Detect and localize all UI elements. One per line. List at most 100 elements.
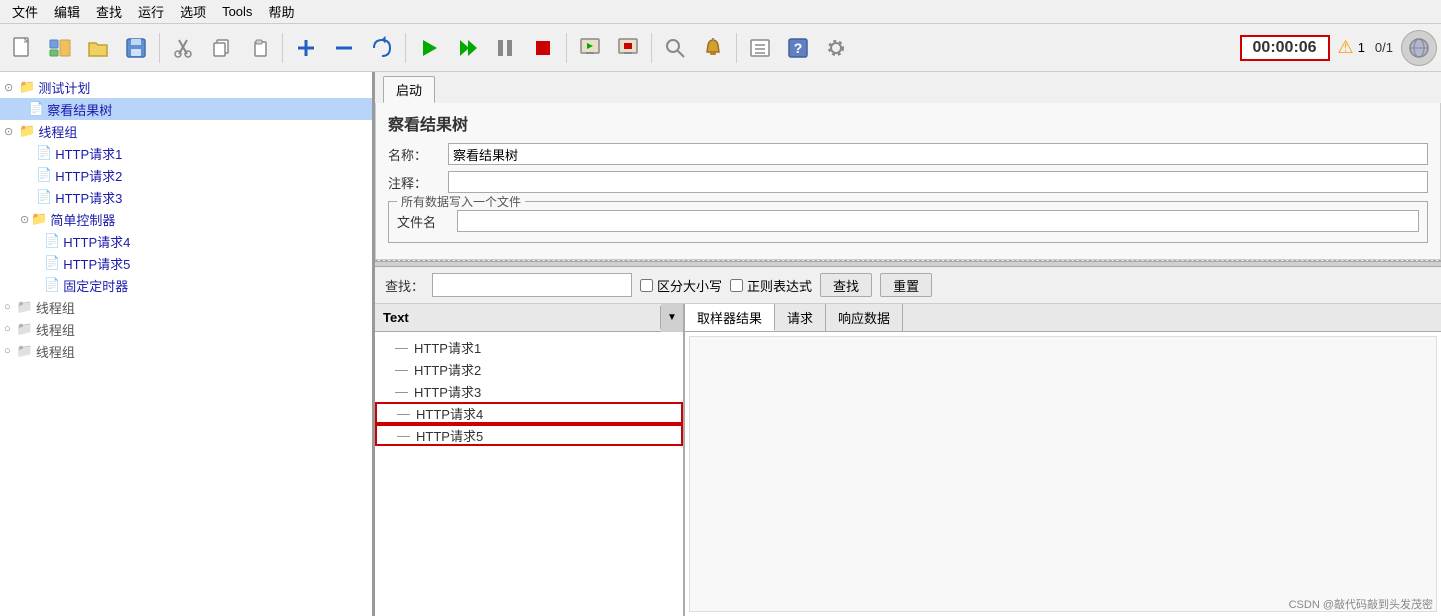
file-icon: 📄	[36, 145, 52, 161]
add-button[interactable]	[288, 30, 324, 66]
cut-button[interactable]	[165, 30, 201, 66]
tree-item-http3[interactable]: 📄 HTTP请求3	[0, 186, 372, 208]
name-input[interactable]	[448, 143, 1428, 165]
menu-tools[interactable]: Tools	[214, 2, 260, 21]
menu-options[interactable]: 选项	[172, 0, 214, 23]
menu-file[interactable]: 文件	[4, 0, 46, 23]
result-item-label: HTTP请求3	[414, 382, 481, 401]
tree-label: 固定定时器	[63, 276, 128, 295]
tab-response-data[interactable]: 响应数据	[826, 304, 903, 331]
tree-label: 线程组	[36, 320, 75, 339]
file-group-label: 所有数据写入一个文件	[397, 193, 525, 210]
config-comment-row: 注释：	[388, 171, 1428, 193]
open-button[interactable]	[80, 30, 116, 66]
pause-button[interactable]	[487, 30, 523, 66]
tab-start[interactable]: 启动	[383, 76, 435, 103]
tree-item-view-result-tree[interactable]: 📄 察看结果树	[0, 98, 372, 120]
run-status: 0/1	[1375, 40, 1393, 55]
reset-button[interactable]: 重置	[880, 273, 932, 297]
tab-request[interactable]: 请求	[775, 304, 826, 331]
tree-item-thread-group-main[interactable]: ⊙ 📁 线程组	[0, 120, 372, 142]
result-item-label: HTTP请求1	[414, 338, 481, 357]
folder-gray-icon: 📁	[17, 299, 33, 315]
regex-label: 正则表达式	[747, 276, 812, 295]
copy-button[interactable]	[203, 30, 239, 66]
menubar: 文件 编辑 查找 运行 选项 Tools 帮助	[0, 0, 1441, 24]
timer-display: 00:00:06	[1240, 35, 1330, 61]
remove-button[interactable]	[326, 30, 362, 66]
right-panel: 启动 察看结果树 名称： 注释： 所有数据写入一个文件 文件名	[375, 72, 1441, 616]
folder-gray-icon: 📁	[17, 343, 33, 359]
config-section: 察看结果树 名称： 注释： 所有数据写入一个文件 文件名	[375, 103, 1441, 260]
search-input[interactable]	[432, 273, 632, 297]
case-sensitive-checkbox-label[interactable]: 区分大小写	[640, 276, 722, 295]
search-toolbar-button[interactable]	[657, 30, 693, 66]
tree-item-http1[interactable]: 📄 HTTP请求1	[0, 142, 372, 164]
tree-item-http4[interactable]: 📄 HTTP请求4	[0, 230, 372, 252]
connector: ⊙	[4, 125, 13, 138]
filename-input[interactable]	[457, 210, 1419, 232]
comment-input[interactable]	[448, 171, 1428, 193]
clear-all-button[interactable]	[695, 30, 731, 66]
tree-item-http5[interactable]: 📄 HTTP请求5	[0, 252, 372, 274]
config-title: 察看结果树	[388, 111, 1428, 135]
search-label: 查找：	[385, 276, 424, 295]
tree-item-test-plan[interactable]: ⊙ 📁 测试计划	[0, 76, 372, 98]
tree-item-http2[interactable]: 📄 HTTP请求2	[0, 164, 372, 186]
find-button[interactable]: 查找	[820, 273, 872, 297]
menu-find[interactable]: 查找	[88, 0, 130, 23]
result-item-http2[interactable]: — HTTP请求2	[375, 358, 683, 380]
menu-edit[interactable]: 编辑	[46, 0, 88, 23]
help-button[interactable]: ?	[780, 30, 816, 66]
svg-text:?: ?	[794, 40, 803, 56]
tree-item-thread-group-3[interactable]: ○ 📁 线程组	[0, 318, 372, 340]
new-button[interactable]	[4, 30, 40, 66]
warning-area: ⚠ 1 0/1	[1338, 37, 1393, 58]
regex-checkbox-label[interactable]: 正则表达式	[730, 276, 812, 295]
stop-button[interactable]	[525, 30, 561, 66]
connector: ⊙	[20, 213, 29, 226]
folder-icon: 📁	[19, 79, 35, 95]
template-button[interactable]	[42, 30, 78, 66]
case-sensitive-label: 区分大小写	[657, 276, 722, 295]
tree-label: 线程组	[36, 342, 75, 361]
tree-item-timer[interactable]: 📄 固定定时器	[0, 274, 372, 296]
regex-checkbox[interactable]	[730, 279, 743, 292]
col-dropdown-button[interactable]: ▼	[661, 304, 683, 332]
tree-label: HTTP请求4	[63, 232, 130, 251]
result-item-http4[interactable]: — HTTP请求4	[375, 402, 683, 424]
result-item-http5[interactable]: — HTTP请求5	[375, 424, 683, 446]
remote-stop-button[interactable]	[610, 30, 646, 66]
warning-icon: ⚠	[1338, 37, 1354, 58]
menu-run[interactable]: 运行	[130, 0, 172, 23]
tree-item-thread-group-2[interactable]: ○ 📁 线程组	[0, 296, 372, 318]
result-item-http1[interactable]: — HTTP请求1	[375, 336, 683, 358]
file-icon: 📄	[44, 277, 60, 293]
result-left-panel: Text ▼ — HTTP请求1 — HTTP请求2 — HTTP请求3	[375, 304, 685, 616]
warning-count: 1	[1358, 40, 1365, 55]
list-button[interactable]	[742, 30, 778, 66]
menu-help[interactable]: 帮助	[260, 0, 302, 23]
filename-row: 文件名	[397, 210, 1419, 232]
paste-button[interactable]	[241, 30, 277, 66]
dash-icon: —	[395, 340, 408, 355]
result-header: Text ▼	[375, 304, 683, 332]
tab-sampler-result[interactable]: 取样器结果	[685, 304, 775, 331]
case-sensitive-checkbox[interactable]	[640, 279, 653, 292]
tree-label: HTTP请求5	[63, 254, 130, 273]
tree-label: HTTP请求3	[55, 188, 122, 207]
start-button[interactable]	[411, 30, 447, 66]
tree-item-thread-group-4[interactable]: ○ 📁 线程组	[0, 340, 372, 362]
clear-button[interactable]	[364, 30, 400, 66]
settings-button[interactable]	[818, 30, 854, 66]
result-item-http3[interactable]: — HTTP请求3	[375, 380, 683, 402]
save-button[interactable]	[118, 30, 154, 66]
remote-start-button[interactable]	[572, 30, 608, 66]
tree-item-simple-controller[interactable]: ⊙ 📁 简单控制器	[0, 208, 372, 230]
result-item-label: HTTP请求5	[416, 426, 483, 445]
results-area: Text ▼ — HTTP请求1 — HTTP请求2 — HTTP请求3	[375, 304, 1441, 616]
dash-icon: —	[395, 362, 408, 377]
globe-button[interactable]	[1401, 30, 1437, 66]
connector: ○	[4, 345, 11, 357]
start-no-pause-button[interactable]	[449, 30, 485, 66]
